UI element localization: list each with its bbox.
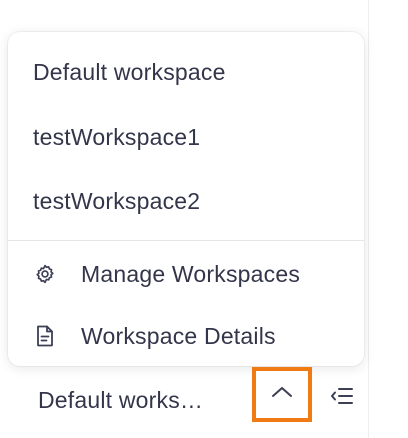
- manage-workspaces-label: Manage Workspaces: [81, 260, 301, 287]
- workspace-switcher-panel: Default workspace testWorkspace1 testWor…: [0, 0, 408, 438]
- menu-separator: [8, 240, 364, 241]
- workspace-option-testworkspace1[interactable]: testWorkspace1: [8, 115, 364, 159]
- document-icon: [33, 324, 57, 348]
- workspace-option-label: Default workspace: [33, 58, 226, 85]
- workspace-option-default[interactable]: Default workspace: [8, 50, 364, 94]
- manage-workspaces-item[interactable]: Manage Workspaces: [8, 252, 364, 296]
- collapse-sidebar-button[interactable]: [328, 386, 356, 410]
- workspace-dropdown-menu: Default workspace testWorkspace1 testWor…: [8, 32, 364, 366]
- workspace-details-item[interactable]: Workspace Details: [8, 314, 364, 358]
- current-workspace-name[interactable]: Default works…: [38, 387, 203, 414]
- workspace-option-testworkspace2[interactable]: testWorkspace2: [8, 179, 364, 223]
- chevron-up-icon: [270, 385, 294, 404]
- gear-icon: [33, 262, 57, 286]
- workspace-menu-toggle-button[interactable]: [252, 367, 312, 422]
- workspace-option-label: testWorkspace1: [33, 123, 201, 150]
- workspace-details-label: Workspace Details: [81, 322, 276, 349]
- collapse-sidebar-icon: [329, 385, 355, 412]
- workspace-bar: Default works…: [0, 366, 408, 438]
- workspace-option-label: testWorkspace2: [33, 187, 201, 214]
